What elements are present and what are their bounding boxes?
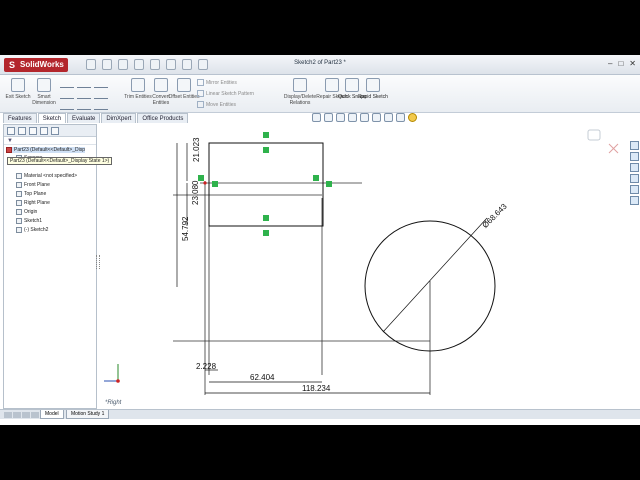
feature-manager-toolbar [4, 125, 96, 137]
solidworks-window: SolidWorks Sketch2 of Part23 * – □ ✕ Exi… [0, 55, 640, 425]
relation-marker[interactable] [263, 215, 269, 221]
feature-manager-tree: ▼ Part23 (Default<<Default>_Disp Sensors… [3, 124, 97, 409]
tree-item-sketch2[interactable]: (-) Sketch2 [16, 227, 48, 233]
property-manager-tab-icon[interactable] [18, 127, 26, 135]
material-icon [16, 173, 22, 179]
view-orientation-label: *Right [105, 400, 122, 406]
task-pane-tabs [630, 141, 640, 205]
sketch-icon [16, 218, 22, 224]
relation-marker[interactable] [326, 181, 332, 187]
appearances-icon[interactable] [630, 185, 639, 194]
prev-tab-icon[interactable] [13, 412, 21, 418]
last-tab-icon[interactable] [31, 412, 39, 418]
relation-marker[interactable] [263, 147, 269, 153]
filter-icon[interactable]: ▼ [4, 137, 96, 145]
tree-item-sketch1[interactable]: Sketch1 [16, 218, 42, 224]
exit-sketch-corner-icon[interactable] [587, 129, 601, 141]
sketch-icon [16, 227, 22, 233]
relation-marker[interactable] [263, 132, 269, 138]
relation-marker[interactable] [198, 175, 204, 181]
dim-circle-diameter[interactable]: Ø68.643 [481, 201, 509, 229]
plane-icon [16, 191, 22, 197]
display-manager-tab-icon[interactable] [51, 127, 59, 135]
tab-scroll-arrows [4, 412, 39, 418]
panel-resize-grip[interactable] [96, 255, 100, 269]
next-tab-icon[interactable] [22, 412, 30, 418]
relation-marker[interactable] [212, 181, 218, 187]
design-library-icon[interactable] [630, 152, 639, 161]
sketch-rectangle[interactable] [208, 142, 324, 227]
plane-icon [16, 182, 22, 188]
view-palette-icon[interactable] [630, 174, 639, 183]
custom-properties-icon[interactable] [630, 196, 639, 205]
first-tab-icon[interactable] [4, 412, 12, 418]
dimension-lines [176, 143, 430, 394]
tree-root-part[interactable]: Part23 (Default<<Default>_Disp [6, 147, 86, 153]
dim-left-offset[interactable]: 2.228 [196, 362, 217, 371]
model-tabs-bar: Model Motion Study 1 [0, 409, 640, 419]
tree-item-material[interactable]: Material <not specified> [16, 173, 77, 179]
tree-item-origin[interactable]: Origin [16, 209, 37, 215]
feature-tree-tab-icon[interactable] [7, 127, 15, 135]
dimxpert-tab-icon[interactable] [40, 127, 48, 135]
diameter-leader [382, 217, 488, 333]
file-explorer-icon[interactable] [630, 163, 639, 172]
relation-markers [198, 132, 332, 236]
origin-point [203, 181, 207, 185]
dim-total-width[interactable]: 118.234 [302, 384, 331, 393]
dim-total-height[interactable]: 54.792 [181, 216, 190, 241]
confirmation-corner [587, 129, 619, 154]
tree-tooltip: Part23 (Default<<Default>_Display State … [7, 157, 113, 165]
tree-item-right-plane[interactable]: Right Plane [16, 200, 50, 206]
triad-origin [116, 379, 120, 383]
relation-marker[interactable] [313, 175, 319, 181]
dim-rect-width[interactable]: 62.404 [250, 373, 275, 382]
plane-icon [16, 200, 22, 206]
origin-icon [16, 209, 22, 215]
tree-item-top-plane[interactable]: Top Plane [16, 191, 46, 197]
relation-marker[interactable] [263, 230, 269, 236]
tree-item-front-plane[interactable]: Front Plane [16, 182, 50, 188]
tab-model[interactable]: Model [40, 410, 64, 419]
dim-lower-height[interactable]: 23.080 [191, 180, 200, 205]
configuration-tab-icon[interactable] [29, 127, 37, 135]
part-icon [6, 147, 12, 153]
view-triad [104, 364, 120, 383]
resources-icon[interactable] [630, 141, 639, 150]
tab-motion-study[interactable]: Motion Study 1 [66, 410, 110, 419]
dim-top-height[interactable]: 21.023 [192, 137, 201, 162]
